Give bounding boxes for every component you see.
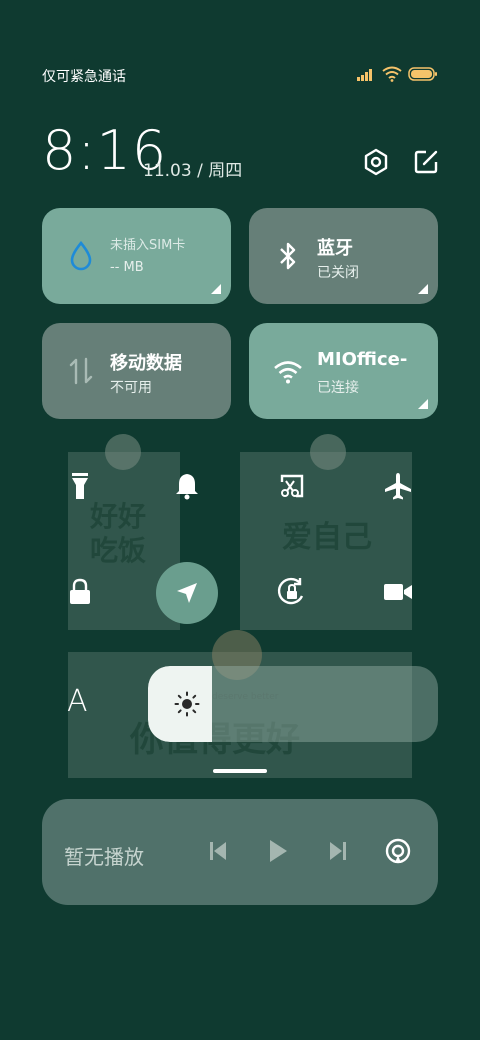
bell-toggle[interactable]: [167, 466, 207, 506]
screen-record-toggle[interactable]: [378, 572, 418, 612]
wallpaper-bubble-right: [310, 434, 346, 470]
screenshot-toggle[interactable]: [272, 466, 312, 506]
settings-icon[interactable]: [362, 148, 390, 176]
tile-mobile-data-status: 不可用: [110, 380, 152, 396]
play-icon: [270, 840, 287, 862]
wallpaper-sticker-left-text: 好好吃饭: [90, 500, 147, 567]
bell-icon: [176, 474, 198, 500]
tile-data-usage-value: -- MB: [110, 260, 144, 275]
play-button[interactable]: [264, 837, 292, 865]
cast-icon: [385, 838, 411, 864]
rotation-lock-icon: [277, 577, 304, 605]
location-toggle[interactable]: [156, 562, 218, 624]
location-arrow-icon: [177, 583, 197, 603]
brightness-slider[interactable]: [148, 666, 438, 742]
skip-previous-icon: [210, 842, 226, 860]
edit-icon[interactable]: [412, 148, 440, 176]
battery-icon: [408, 67, 437, 81]
date: 11.03 / 周四: [143, 161, 243, 181]
skip-next-icon: [330, 842, 346, 860]
tile-mobile-data-title: 移动数据: [110, 353, 182, 374]
sun-icon: [174, 691, 200, 717]
status-icons: [356, 66, 438, 82]
flashlight-toggle[interactable]: [60, 466, 100, 506]
drag-handle[interactable]: [213, 769, 267, 773]
tile-wifi[interactable]: MIOffice- 已连接: [249, 323, 438, 419]
tile-corner: [211, 284, 221, 294]
tile-corner: [418, 284, 428, 294]
wallpaper-bubble-left: [105, 434, 141, 470]
tile-bluetooth-title: 蓝牙: [317, 238, 353, 259]
tile-wifi-title: MIOffice-: [317, 349, 408, 370]
screenshot-icon: [280, 474, 304, 498]
video-camera-icon: [384, 584, 412, 600]
tile-bluetooth-status: 已关闭: [317, 265, 359, 281]
bluetooth-icon: [280, 242, 296, 270]
font-size-label[interactable]: A: [67, 684, 88, 719]
tile-mobile-data[interactable]: 移动数据 不可用: [42, 323, 231, 419]
cast-button[interactable]: [384, 837, 412, 865]
airplane-icon: [385, 473, 411, 500]
media-label: 暂无播放: [64, 845, 144, 869]
flashlight-icon: [72, 473, 88, 499]
airplane-toggle[interactable]: [378, 466, 418, 506]
water-drop-icon: [70, 240, 92, 271]
lock-toggle[interactable]: [60, 572, 100, 612]
wifi-icon: [274, 361, 302, 384]
top-actions: [362, 148, 440, 176]
next-button[interactable]: [324, 837, 352, 865]
tile-bluetooth[interactable]: 蓝牙 已关闭: [249, 208, 438, 304]
mobile-data-icon: [69, 357, 93, 385]
tile-corner: [418, 399, 428, 409]
wallpaper-sticker-right-text: 爱自己: [282, 520, 372, 555]
tile-data-usage[interactable]: 未插入SIM卡 -- MB: [42, 208, 231, 304]
tile-wifi-status: 已连接: [317, 380, 359, 396]
wifi-status-icon: [382, 66, 402, 82]
signal-icon: [357, 69, 372, 81]
media-card: 暂无播放: [42, 799, 438, 905]
tile-data-usage-title: 未插入SIM卡: [110, 238, 186, 253]
status-text: 仅可紧急通话: [42, 69, 126, 85]
rotation-lock-toggle[interactable]: [272, 572, 312, 612]
previous-button[interactable]: [204, 837, 232, 865]
lock-icon: [70, 578, 90, 604]
